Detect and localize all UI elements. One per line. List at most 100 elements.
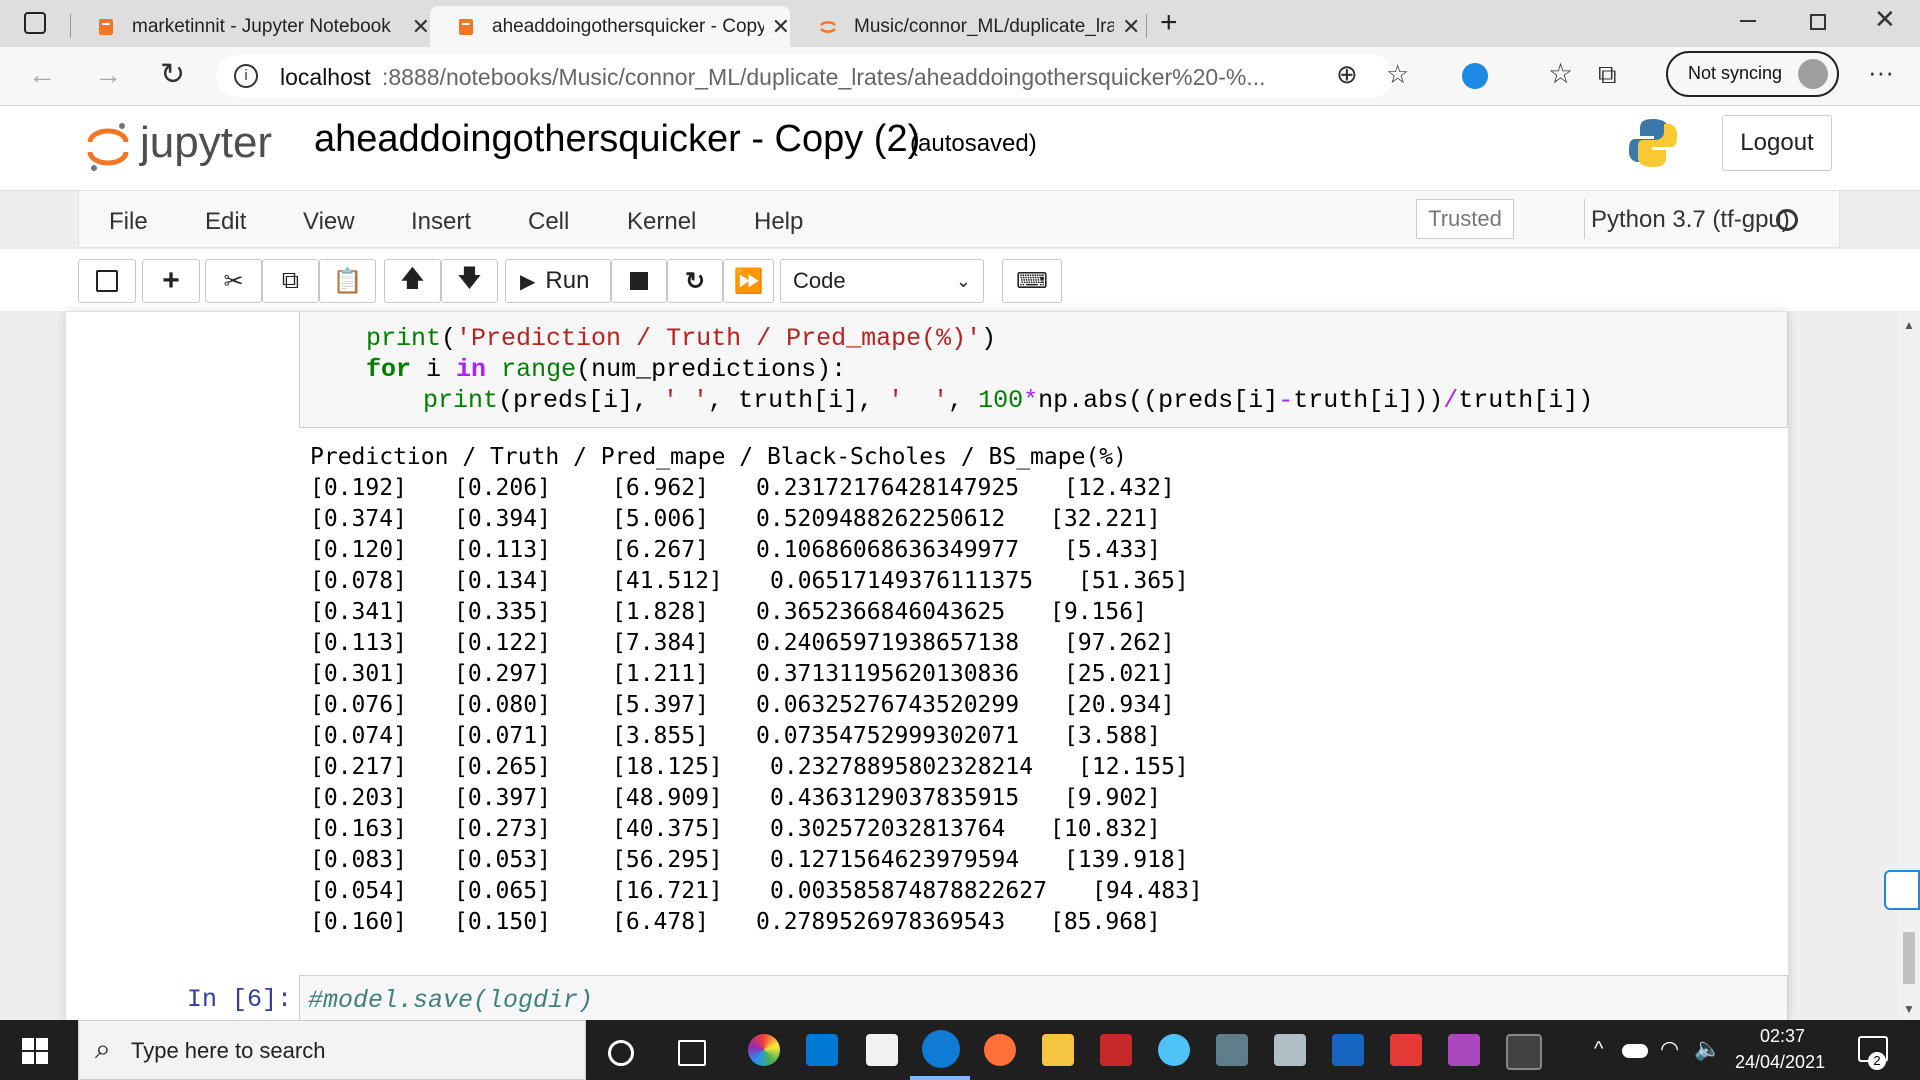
menu-insert[interactable]: Insert xyxy=(411,208,471,236)
app-feather-icon[interactable] xyxy=(1390,1034,1422,1066)
output-prediction: [0.120] xyxy=(310,537,407,563)
move-down-button[interactable]: 🡇 xyxy=(441,259,498,303)
taskbar-search[interactable]: ⌕ Type here to search xyxy=(78,1020,586,1080)
app-chart-icon[interactable] xyxy=(1332,1034,1364,1066)
window-close-icon[interactable]: ✕ xyxy=(1874,4,1896,35)
task-view-icon[interactable] xyxy=(678,1040,706,1066)
autosave-status: (autosaved) xyxy=(910,130,1037,157)
terminal-icon[interactable] xyxy=(1506,1034,1542,1070)
output-black-scholes: 0.06325276743520299 xyxy=(756,692,1020,718)
output-truth: [0.297] xyxy=(454,661,551,687)
search-icon: ⌕ xyxy=(95,1033,111,1064)
output-bs-mape: [12.155] xyxy=(1078,754,1189,780)
next-code-cell[interactable]: #model.save(logdir) xyxy=(299,975,1788,1020)
tab-aheaddoing[interactable]: aheaddoingothersquicker - Copy (2) ✕ xyxy=(430,6,790,47)
edge-icon[interactable] xyxy=(922,1030,960,1068)
trusted-label: Trusted xyxy=(1428,206,1502,231)
cell-type-select[interactable]: Code ⌄ xyxy=(780,259,984,303)
app-bird-icon[interactable] xyxy=(1158,1034,1190,1066)
app-red-icon[interactable] xyxy=(1100,1034,1132,1066)
collections-icon[interactable]: ⧉ xyxy=(1598,59,1617,91)
forward-icon[interactable]: → xyxy=(94,59,122,91)
menu-kernel[interactable]: Kernel xyxy=(627,208,696,236)
tab-marketinnit[interactable]: marketinnit - Jupyter Notebook ✕ xyxy=(70,6,430,47)
restart-button[interactable]: ↻ xyxy=(667,259,723,303)
close-icon[interactable]: ✕ xyxy=(772,14,790,40)
output-pred-mape: [18.125] xyxy=(612,754,723,780)
output-bs-mape: [139.918] xyxy=(1064,847,1189,873)
app-vr-icon[interactable] xyxy=(1448,1034,1480,1066)
minimize-icon[interactable] xyxy=(1740,20,1756,22)
volume-icon[interactable]: 🔈 xyxy=(1694,1036,1721,1062)
notebook-title[interactable]: aheaddoingothersquicker - Copy (2) xyxy=(314,118,920,161)
interrupt-button[interactable] xyxy=(611,259,667,303)
move-up-button[interactable]: 🡅 xyxy=(384,259,441,303)
tab-music-folder[interactable]: Music/connor_ML/duplicate_lrates/ ✕ xyxy=(792,6,1146,47)
calculator-icon[interactable] xyxy=(1216,1034,1248,1066)
cut-button[interactable]: ✂ xyxy=(205,259,262,303)
windows-start-icon[interactable] xyxy=(22,1038,48,1064)
arrow-down-icon: 🡇 xyxy=(457,264,482,292)
kernel-name[interactable]: Python 3.7 (tf-gpu) xyxy=(1591,206,1790,234)
url-bar[interactable]: i localhost :8888/notebooks/Music/connor… xyxy=(216,55,1409,97)
command-palette-button[interactable]: ⌨ xyxy=(1002,259,1062,303)
save-button[interactable] xyxy=(78,259,136,303)
output-truth: [0.150] xyxy=(454,909,551,935)
jupyter-logo-icon[interactable] xyxy=(86,120,130,174)
restart-icon: ↻ xyxy=(684,267,706,295)
favorites-icon[interactable]: ☆ xyxy=(1548,57,1573,90)
teamviewer-icon[interactable] xyxy=(1884,870,1920,910)
file-explorer-icon[interactable] xyxy=(1042,1034,1074,1066)
tray-chevron-icon[interactable]: ^ xyxy=(1594,1038,1603,1061)
menu-cell[interactable]: Cell xyxy=(528,208,569,236)
scroll-down-icon[interactable]: ▼ xyxy=(1903,1002,1915,1016)
restart-run-all-button[interactable]: ⏩ xyxy=(723,259,774,303)
close-icon[interactable]: ✕ xyxy=(412,14,430,40)
app-book-icon[interactable] xyxy=(1274,1034,1306,1066)
zoom-icon[interactable]: ⊕ xyxy=(1336,59,1358,90)
new-tab-icon[interactable]: + xyxy=(1160,6,1178,40)
edge-extension-icon[interactable] xyxy=(1462,63,1488,89)
profile-button[interactable]: Not syncing xyxy=(1666,51,1839,97)
trusted-indicator[interactable]: Trusted xyxy=(1416,199,1514,239)
store-icon[interactable] xyxy=(866,1034,898,1066)
output-pred-mape: [7.384] xyxy=(612,630,709,656)
refresh-icon[interactable]: ↻ xyxy=(160,57,185,92)
add-favorite-icon[interactable]: ☆ xyxy=(1386,59,1409,90)
scroll-thumb[interactable] xyxy=(1903,932,1915,984)
clock-date[interactable]: 24/04/2021 xyxy=(1735,1052,1825,1073)
output-truth: [0.113] xyxy=(454,537,551,563)
output-pred-mape: [6.478] xyxy=(612,909,709,935)
insert-cell-button[interactable]: + xyxy=(142,259,200,303)
menu-help[interactable]: Help xyxy=(754,208,803,236)
color-app-icon[interactable] xyxy=(748,1034,780,1066)
back-icon[interactable]: ← xyxy=(28,59,56,91)
restore-icon[interactable] xyxy=(1810,14,1826,30)
output-prediction: [0.078] xyxy=(310,568,407,594)
more-menu-icon[interactable]: ··· xyxy=(1868,57,1894,88)
builtin-token: print xyxy=(423,386,499,415)
code-token: np.abs((preds[i] xyxy=(1038,386,1279,415)
cortana-icon[interactable] xyxy=(608,1040,634,1066)
tab-title: aheaddoingothersquicker - Copy (2) xyxy=(492,15,764,37)
logout-button[interactable]: Logout xyxy=(1722,115,1832,171)
mail-icon[interactable] xyxy=(806,1034,838,1066)
menu-view[interactable]: View xyxy=(303,208,355,236)
onedrive-icon[interactable] xyxy=(1622,1044,1648,1058)
menu-file[interactable]: File xyxy=(109,208,148,236)
info-icon[interactable]: i xyxy=(234,64,258,88)
clock-time[interactable]: 02:37 xyxy=(1760,1026,1805,1047)
run-button[interactable]: ▶ Run xyxy=(505,259,611,303)
paste-button[interactable]: 📋 xyxy=(319,259,376,303)
copy-button[interactable]: ⧉ xyxy=(262,259,319,303)
menu-edit[interactable]: Edit xyxy=(205,208,246,236)
page-scrollbar[interactable]: ▲ ▼ xyxy=(1898,312,1920,1020)
code-cell-input[interactable]: print('Prediction / Truth / Pred_mape(%)… xyxy=(299,312,1788,428)
scroll-up-icon[interactable]: ▲ xyxy=(1903,318,1915,332)
close-icon[interactable]: ✕ xyxy=(1122,14,1140,40)
output-black-scholes: 0.06517149376111375 xyxy=(770,568,1034,594)
wifi-icon[interactable]: ◠ xyxy=(1660,1036,1679,1062)
profile-label: Not syncing xyxy=(1688,63,1783,83)
tab-actions-icon[interactable] xyxy=(24,12,46,34)
firefox-icon[interactable] xyxy=(984,1034,1016,1066)
